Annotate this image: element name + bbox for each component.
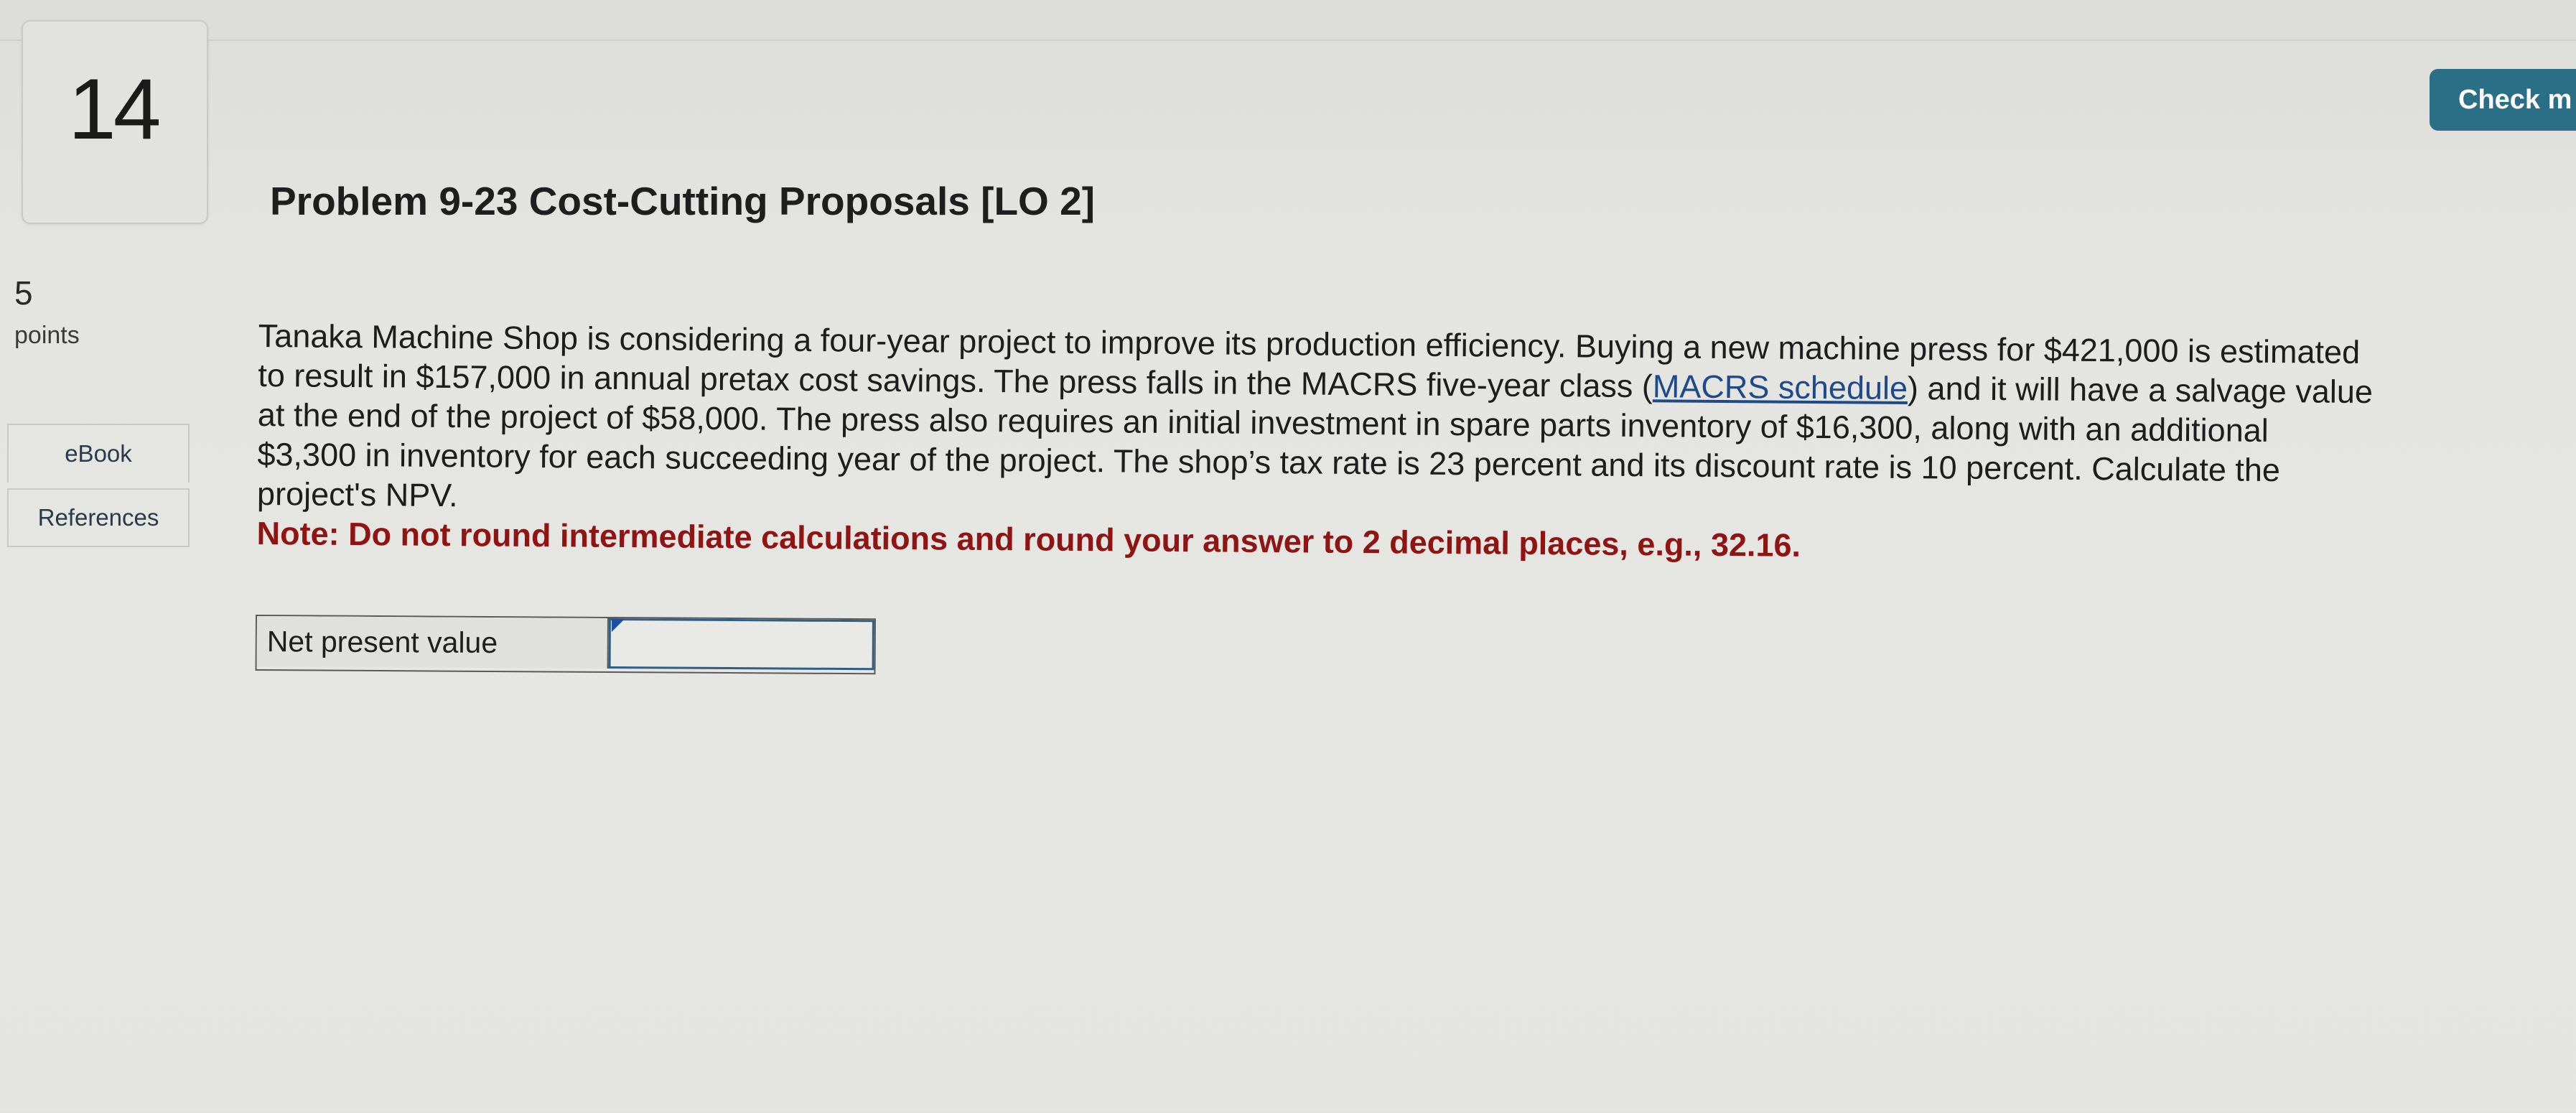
points-value: 5 — [14, 274, 33, 312]
problem-title: Problem 9-23 Cost-Cutting Proposals [LO … — [270, 179, 1096, 223]
points-label: points — [14, 322, 80, 349]
npv-label: Net present value — [256, 616, 609, 669]
rounding-note: Note: Do not round intermediate calculat… — [256, 514, 1801, 564]
macrs-schedule-link[interactable]: MACRS schedule — [1653, 368, 1908, 406]
question-number: 14 — [68, 61, 161, 157]
answer-row: Net present value — [255, 615, 876, 675]
ebook-button[interactable]: eBook — [7, 424, 190, 483]
top-divider — [0, 39, 2576, 41]
npv-input[interactable] — [608, 618, 874, 671]
references-button[interactable]: References — [7, 488, 190, 547]
problem-statement: Tanaka Machine Shop is considering a fou… — [256, 316, 2376, 569]
check-my-work-button[interactable]: Check m — [2430, 69, 2576, 131]
flag-icon — [612, 619, 625, 632]
